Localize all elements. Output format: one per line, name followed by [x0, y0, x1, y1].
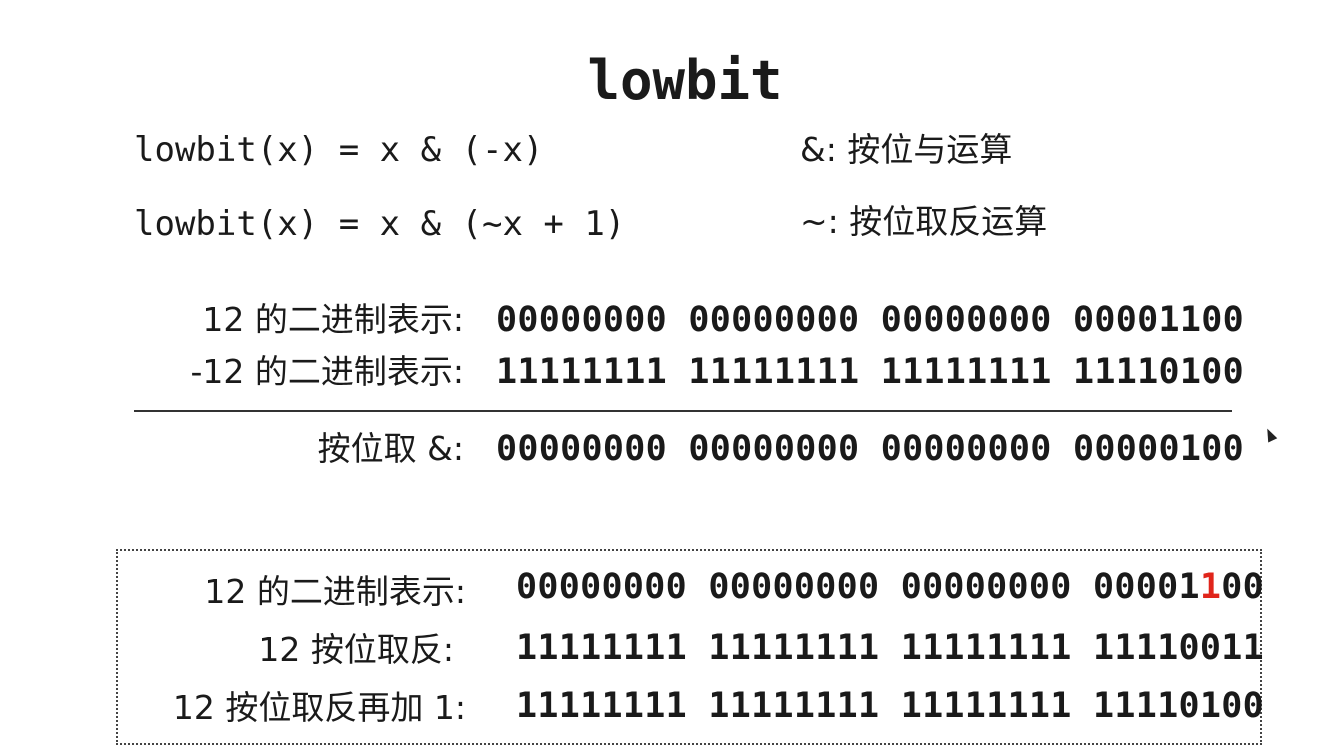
bits-prefix: 00000000 00000000 00000000 00001	[516, 567, 1200, 607]
formula-negation: lowbit(x) = x & (-x)	[134, 130, 544, 170]
box-bits-12-inverted-plus-one: 11111111 11111111 11111111 11110100	[516, 686, 1265, 726]
row-label-and-result: 按位取 &:	[317, 429, 464, 468]
box-row-label-12-inverted: 12 按位取反:	[258, 630, 454, 669]
slide-title: lowbit	[587, 49, 783, 112]
lowest-set-bit-highlight: 1	[1199, 567, 1222, 607]
box-bits-12: 00000000 00000000 00000000 00001100	[516, 567, 1264, 607]
box-row-label-12-binary: 12 的二进制表示:	[204, 572, 466, 611]
bits-and-result: 00000000 00000000 00000000 00000100	[496, 429, 1245, 469]
bits-12: 00000000 00000000 00000000 00001100	[496, 300, 1245, 340]
row-label-12-binary: 12 的二进制表示:	[202, 300, 464, 339]
note-not-operator: ~: 按位取反运算	[800, 202, 1048, 241]
sum-divider-line	[134, 410, 1232, 412]
formula-complement: lowbit(x) = x & (~x + 1)	[134, 204, 626, 244]
bits-neg12: 11111111 11111111 11111111 11110100	[496, 352, 1245, 392]
note-and-operator: &: 按位与运算	[800, 130, 1013, 169]
row-label-neg12-binary: -12 的二进制表示:	[190, 352, 464, 391]
bits-suffix: 00	[1221, 567, 1265, 607]
mouse-pointer-icon	[1262, 426, 1278, 443]
box-bits-12-inverted: 11111111 11111111 11111111 11110011	[516, 628, 1265, 668]
box-row-label-12-inverted-plus-one: 12 按位取反再加 1:	[172, 688, 466, 727]
